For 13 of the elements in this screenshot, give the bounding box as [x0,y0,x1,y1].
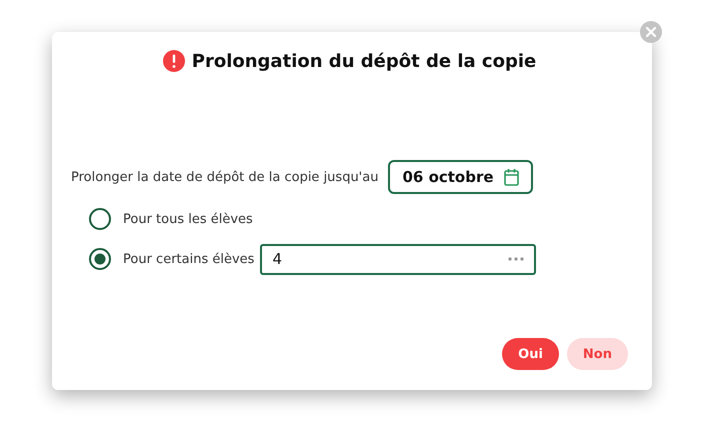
date-field[interactable]: 06 octobre [388,160,533,194]
confirm-button[interactable]: Oui [502,338,559,370]
radio-button[interactable] [89,248,111,270]
more-icon [508,257,524,261]
dialog-title: Prolongation du dépôt de la copie [192,50,536,72]
calendar-icon [504,168,519,186]
close-icon [645,26,657,38]
students-field[interactable]: 4 [260,244,536,274]
option-label: Pour certains élèves [123,252,254,266]
exclamation-icon [162,50,185,72]
radio-button[interactable] [89,208,111,230]
option-label: Pour tous les élèves [123,212,253,226]
prompt-label: Prolonger la date de dépôt de la copie jusqu'au [71,170,378,184]
